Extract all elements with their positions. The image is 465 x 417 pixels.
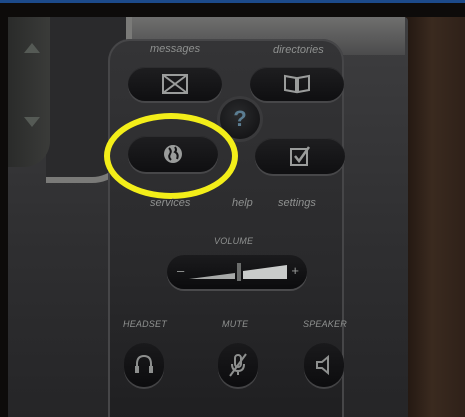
mute-label: MUTE: [222, 319, 249, 329]
help-icon: ?: [233, 106, 247, 131]
mute-icon: [229, 353, 247, 377]
settings-label: settings: [278, 197, 316, 209]
headset-label: HEADSET: [123, 319, 167, 329]
volume-label: VOLUME: [214, 236, 254, 246]
services-label: services: [150, 197, 191, 209]
nav-down-arrow-icon: [24, 117, 40, 127]
messages-button[interactable]: [128, 67, 222, 101]
headset-button[interactable]: [124, 343, 164, 387]
settings-button[interactable]: [255, 138, 345, 174]
speaker-icon: [316, 354, 329, 376]
volume-rocker[interactable]: – +: [167, 255, 307, 289]
mute-button[interactable]: [218, 343, 258, 387]
directories-label: directories: [273, 44, 324, 56]
speaker-label: SPEAKER: [303, 319, 347, 329]
wood-background: [405, 17, 465, 417]
highlight-ring: [104, 113, 238, 199]
nav-up-arrow-icon: [24, 43, 40, 53]
navigation-pad: [8, 17, 50, 167]
headset-icon: [135, 354, 153, 373]
phone-photo: messages directories ? services help set…: [0, 0, 465, 417]
volume-up-label: +: [291, 263, 299, 278]
checklist-icon: [290, 146, 311, 166]
directories-button[interactable]: [250, 67, 344, 101]
book-icon: [284, 74, 310, 94]
volume-wedge-icon: [189, 263, 287, 281]
volume-down-label: –: [177, 263, 185, 278]
speaker-button[interactable]: [304, 343, 344, 387]
envelope-icon: [162, 74, 188, 94]
help-label: help: [232, 197, 253, 209]
messages-label: messages: [150, 43, 201, 55]
